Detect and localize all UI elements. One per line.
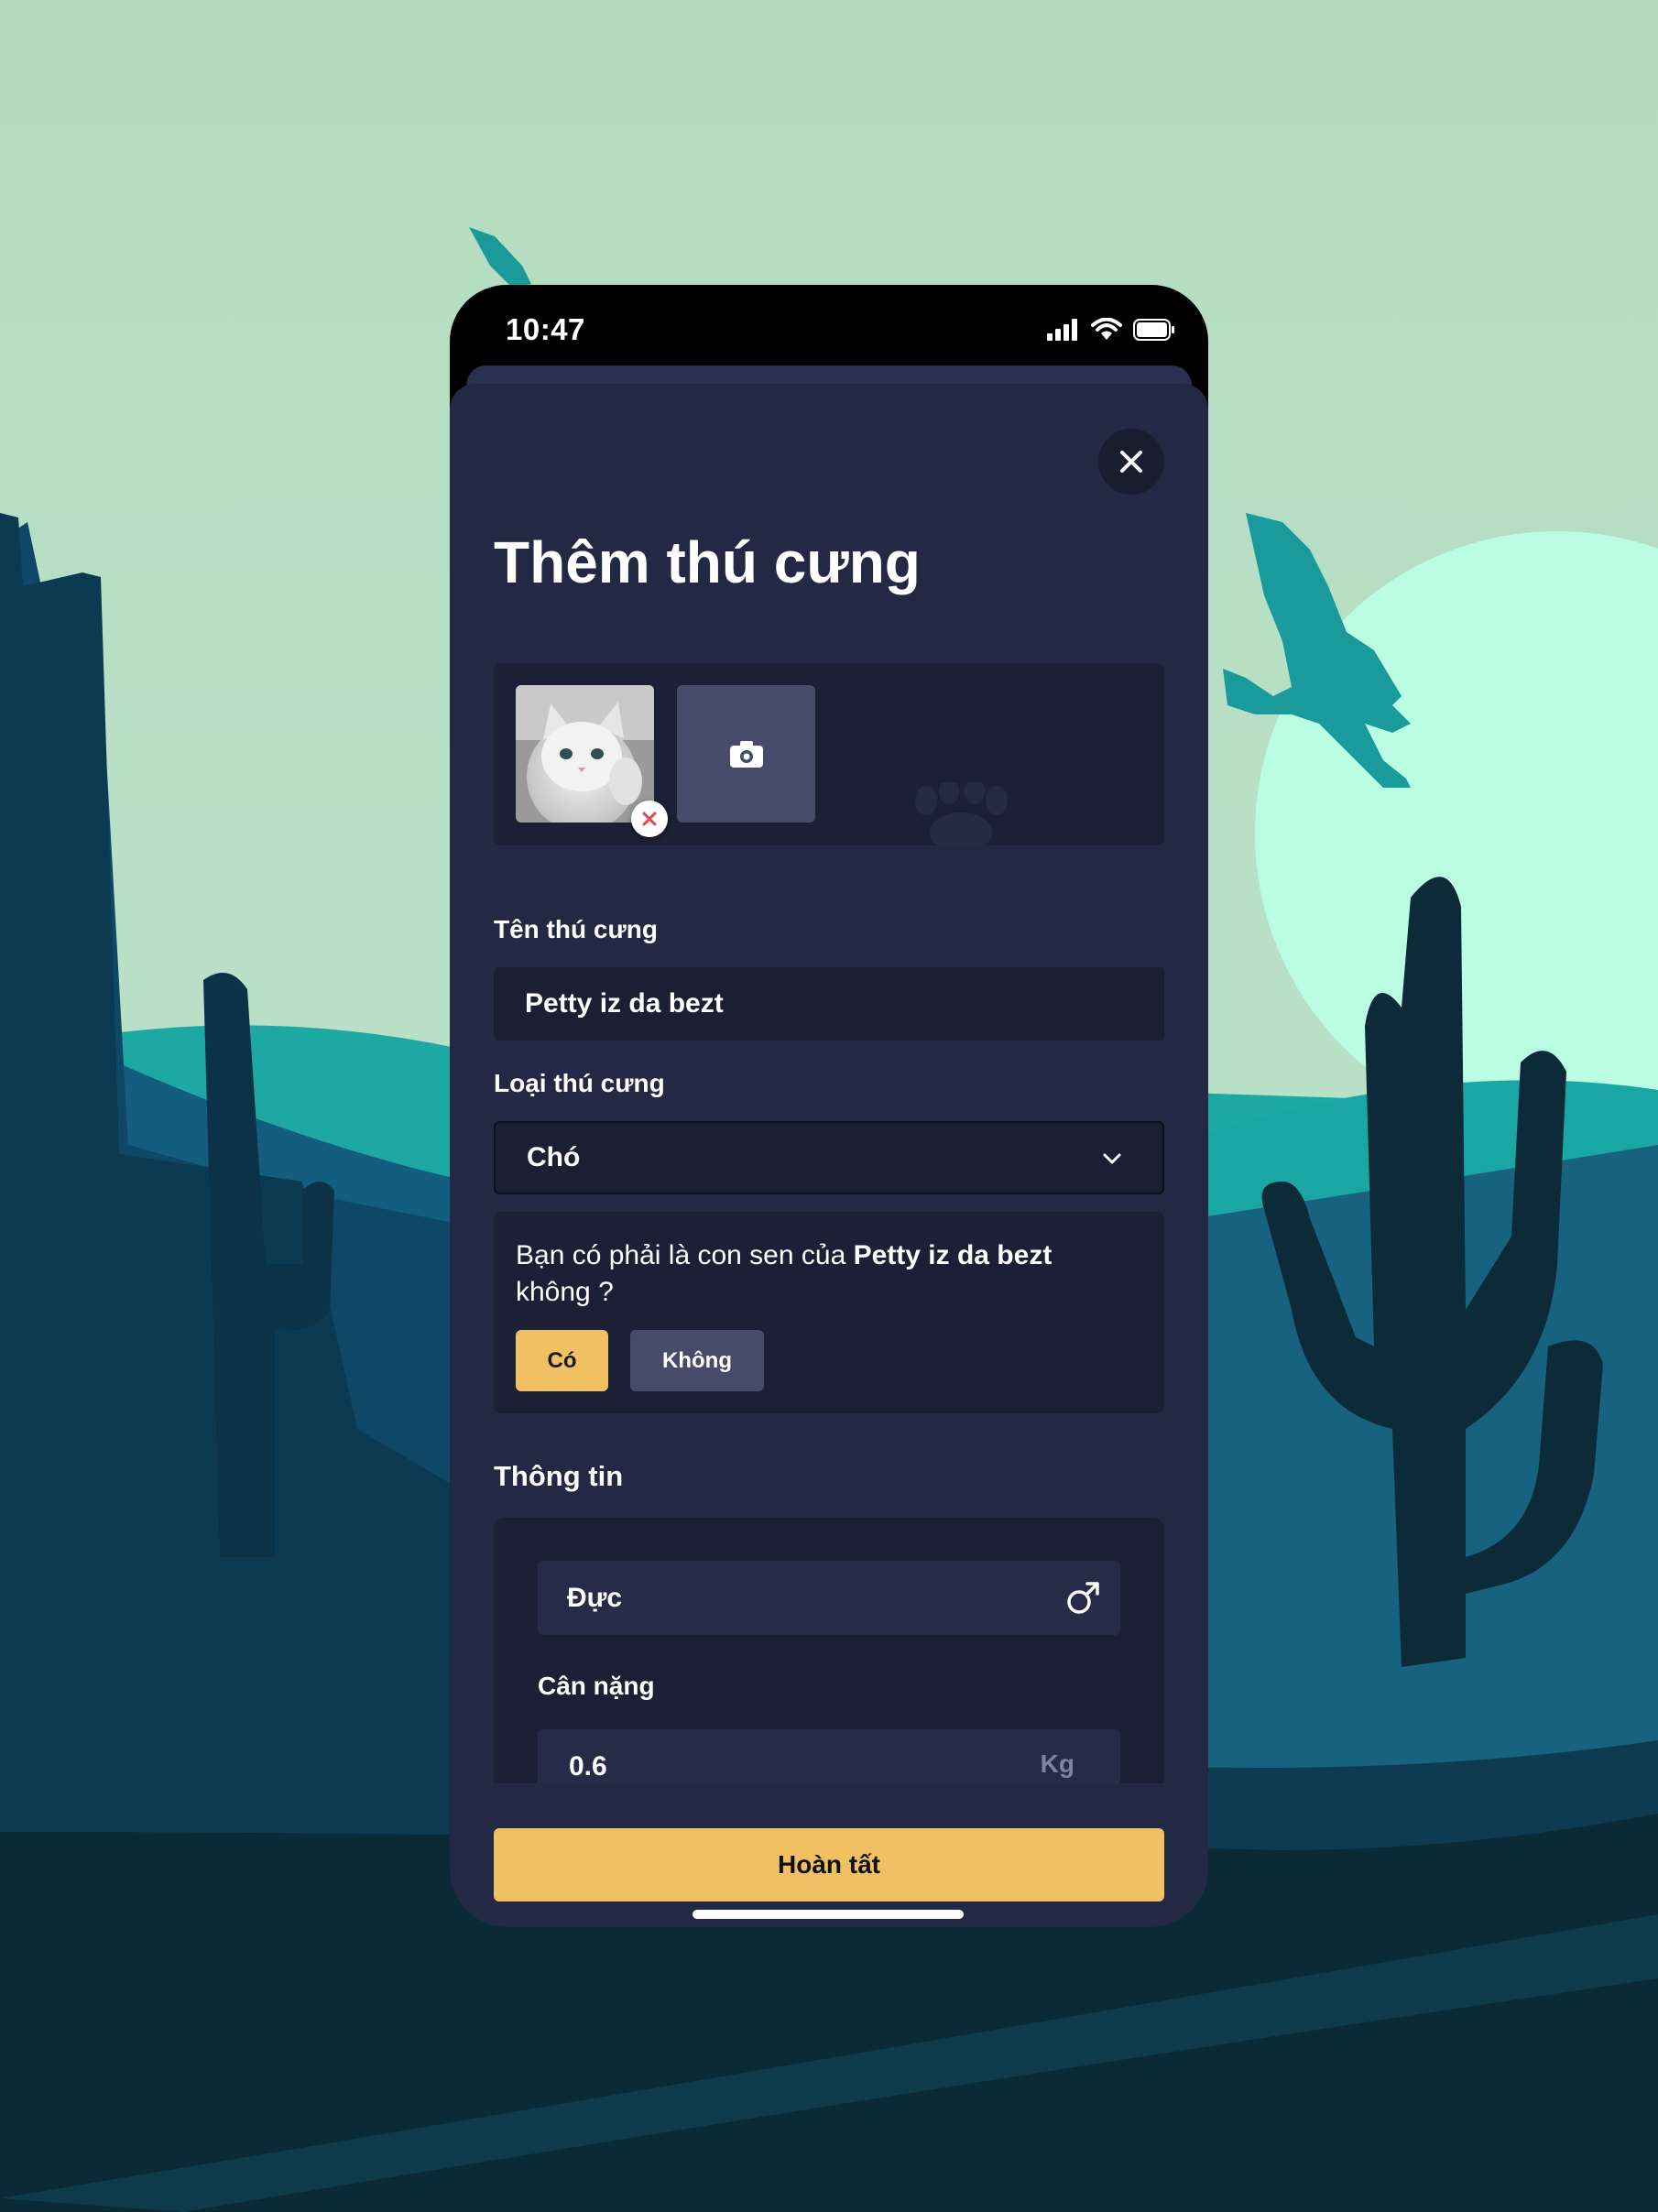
- no-button[interactable]: Không: [630, 1330, 764, 1391]
- status-time: 10:47: [506, 312, 585, 346]
- add-pet-sheet: Thêm thú cưng Tên thú cưng Petty iz da b…: [450, 384, 1208, 1927]
- status-icons: [1047, 318, 1175, 342]
- close-button[interactable]: [1098, 429, 1164, 495]
- info-section-title: Thông tin: [494, 1460, 624, 1492]
- owner-confirm-question: Bạn có phải là con sen của Petty iz da b…: [516, 1237, 1139, 1311]
- chevron-down-icon: [1103, 1153, 1121, 1164]
- pet-name-label: Tên thú cưng: [494, 915, 658, 943]
- battery-icon: [1133, 319, 1174, 341]
- gender-field[interactable]: Đực: [538, 1561, 1120, 1635]
- kitten-photo: [516, 685, 654, 823]
- page-title: Thêm thú cưng: [494, 529, 921, 595]
- phone-frame: 10:47 Thêm thú cưng Tên thú cưng Petty i…: [450, 285, 1208, 1927]
- close-icon: [1120, 451, 1142, 473]
- home-indicator: [693, 1910, 964, 1919]
- pet-type-label: Loại thú cưng: [494, 1069, 665, 1097]
- pet-name-input[interactable]: Petty iz da bezt: [494, 967, 1164, 1041]
- submit-button[interactable]: Hoàn tất: [494, 1828, 1164, 1901]
- confirm-prefix: Bạn có phải là con sen của: [516, 1240, 854, 1270]
- yes-button[interactable]: Có: [516, 1330, 608, 1391]
- pet-name-value: Petty iz da bezt: [525, 988, 724, 1019]
- weight-input[interactable]: 0.6 Kg: [538, 1729, 1120, 1783]
- photo-gallery: [494, 663, 1164, 845]
- male-icon: [1067, 1582, 1099, 1614]
- gender-value: Đực: [567, 1582, 623, 1613]
- pet-photo[interactable]: [516, 685, 654, 823]
- info-card: Đực Cân nặng 0.6 Kg: [494, 1518, 1164, 1783]
- weight-unit: Kg: [1040, 1749, 1074, 1778]
- wifi-icon: [1091, 318, 1122, 340]
- owner-confirm-box: Bạn có phải là con sen của Petty iz da b…: [494, 1212, 1164, 1413]
- info-scroll-area[interactable]: Đực Cân nặng 0.6 Kg: [494, 1518, 1164, 1783]
- paw-watermark-icon: [915, 782, 1008, 845]
- weight-label: Cân nặng: [538, 1672, 655, 1700]
- pet-type-select[interactable]: Chó: [494, 1121, 1164, 1194]
- pet-type-value: Chó: [527, 1142, 581, 1172]
- remove-photo-button[interactable]: [631, 801, 668, 837]
- remove-photo-icon: [642, 812, 657, 826]
- signal-icon: [1047, 319, 1077, 341]
- camera-icon: [729, 741, 763, 768]
- weight-value: 0.6: [569, 1750, 607, 1782]
- confirm-suffix: không ?: [516, 1277, 614, 1307]
- add-photo-button[interactable]: [677, 685, 815, 823]
- confirm-pet-name: Petty iz da bezt: [853, 1240, 1053, 1270]
